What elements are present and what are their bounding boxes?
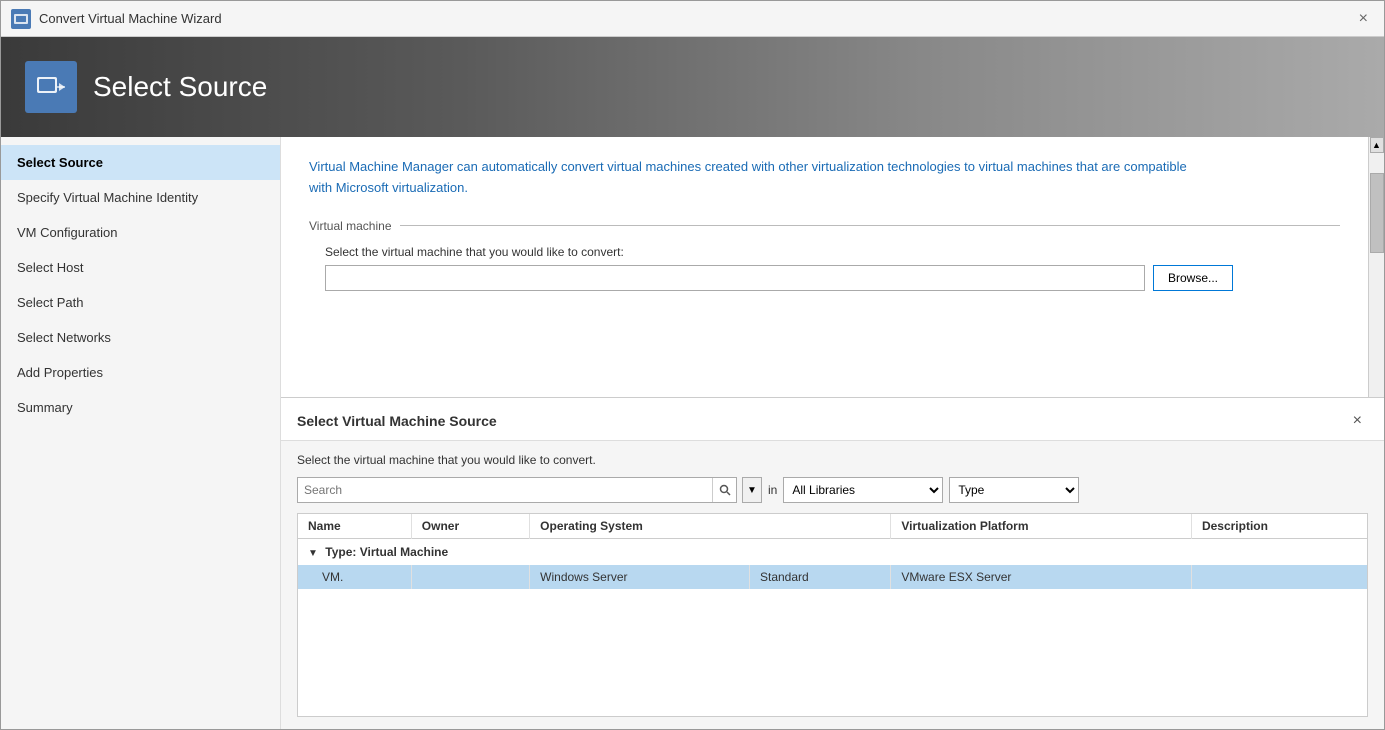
window-close-button[interactable]: × [1353, 9, 1374, 29]
sub-dialog-desc: Select the virtual machine that you woul… [297, 453, 1368, 467]
col-description: Description [1191, 514, 1367, 539]
col-virt-platform: Virtualization Platform [891, 514, 1192, 539]
col-owner: Owner [411, 514, 529, 539]
cell-description [1191, 565, 1367, 589]
sidebar-item-select-networks[interactable]: Select Networks [1, 320, 280, 355]
table-header-row: Name Owner Operating System Virtualizati… [298, 514, 1367, 539]
search-icon [719, 484, 731, 496]
section-title-row: Virtual machine [309, 219, 1340, 233]
title-bar: Convert Virtual Machine Wizard × [1, 1, 1384, 37]
sidebar-item-specify-vm-identity[interactable]: Specify Virtual Machine Identity [1, 180, 280, 215]
cell-name: VM. [298, 565, 411, 589]
scrollbar-thumb[interactable] [1370, 173, 1384, 253]
sub-dialog-close-button[interactable]: × [1347, 410, 1368, 432]
main-content: Select Source Specify Virtual Machine Id… [1, 137, 1384, 729]
type-dropdown[interactable]: Type Virtual Machine Template [949, 477, 1079, 503]
group-row-label: Type: Virtual Machine [325, 545, 448, 559]
col-name: Name [298, 514, 411, 539]
cell-owner [411, 565, 529, 589]
search-row: ▼ in All Libraries Library 1 Library 2 T… [297, 477, 1368, 503]
cell-os-edition: Standard [749, 565, 890, 589]
sub-dialog: Select Virtual Machine Source × Select t… [281, 397, 1384, 729]
search-input[interactable] [298, 478, 712, 502]
vm-table-container: Name Owner Operating System Virtualizati… [297, 513, 1368, 717]
search-icon-button[interactable] [712, 478, 736, 502]
search-input-wrapper [297, 477, 737, 503]
input-row: Browse... [325, 265, 1340, 291]
cell-os: Windows Server [530, 565, 750, 589]
section-line [400, 225, 1341, 226]
library-dropdown[interactable]: All Libraries Library 1 Library 2 [783, 477, 943, 503]
sidebar-item-select-path[interactable]: Select Path [1, 285, 280, 320]
field-label: Select the virtual machine that you woul… [325, 245, 1340, 259]
expand-icon: ▼ [308, 548, 318, 559]
sub-dialog-title: Select Virtual Machine Source [297, 413, 497, 429]
sub-dialog-body: Select the virtual machine that you woul… [281, 441, 1384, 729]
header-icon-box [25, 61, 77, 113]
vm-path-input[interactable] [325, 265, 1145, 291]
browse-button[interactable]: Browse... [1153, 265, 1233, 291]
sidebar-item-summary[interactable]: Summary [1, 390, 280, 425]
header-title: Select Source [93, 71, 267, 103]
main-window: Convert Virtual Machine Wizard × Select … [0, 0, 1385, 730]
col-os: Operating System [530, 514, 891, 539]
vm-table: Name Owner Operating System Virtualizati… [298, 514, 1367, 589]
scrollbar-up-button[interactable]: ▲ [1370, 137, 1384, 153]
search-dropdown-button[interactable]: ▼ [742, 477, 762, 503]
app-icon [11, 9, 31, 29]
intro-text: Virtual Machine Manager can automaticall… [309, 157, 1209, 199]
cell-virt-platform: VMware ESX Server [891, 565, 1192, 589]
table-row[interactable]: VM. Windows Server Standard VMware ESX S… [298, 565, 1367, 589]
header-banner: Select Source [1, 37, 1384, 137]
group-row-virtual-machine: ▼ Type: Virtual Machine [298, 539, 1367, 566]
section-title: Virtual machine [309, 219, 400, 233]
header-convert-icon [35, 71, 67, 103]
sidebar-item-add-properties[interactable]: Add Properties [1, 355, 280, 390]
content-area: Virtual Machine Manager can automaticall… [281, 137, 1384, 729]
in-label: in [768, 483, 777, 497]
sidebar-item-select-source[interactable]: Select Source [1, 145, 280, 180]
window-title: Convert Virtual Machine Wizard [39, 11, 222, 26]
sidebar: Select Source Specify Virtual Machine Id… [1, 137, 281, 729]
title-bar-left: Convert Virtual Machine Wizard [11, 9, 222, 29]
sub-dialog-title-row: Select Virtual Machine Source × [281, 398, 1384, 441]
sidebar-item-select-host[interactable]: Select Host [1, 250, 280, 285]
sidebar-item-vm-configuration[interactable]: VM Configuration [1, 215, 280, 250]
